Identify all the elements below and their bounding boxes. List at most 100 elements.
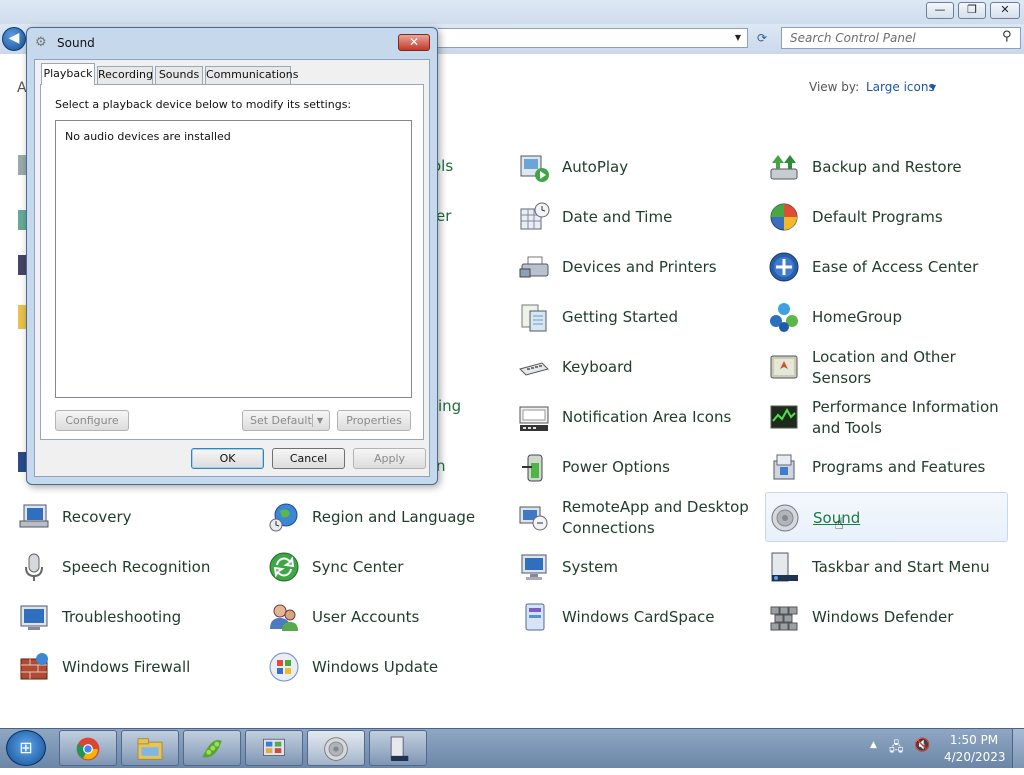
cancel-button[interactable]: Cancel	[272, 448, 345, 469]
cp-item-backup-and-restore[interactable]: Backup and Restore	[768, 147, 1013, 191]
occluded-icon	[18, 452, 26, 472]
sound-dialog-gear-icon: ⚙	[35, 35, 47, 50]
cp-item-system[interactable]: System	[518, 547, 763, 591]
control-panel-icon	[263, 738, 285, 756]
cp-item-power-options[interactable]: Power Options	[518, 447, 763, 491]
cp-item-programs-and-features[interactable]: Programs and Features	[768, 447, 1013, 491]
start-button[interactable]: ⊞	[6, 730, 46, 766]
cp-item-autoplay[interactable]: AutoPlay	[518, 147, 763, 191]
partial-item-label[interactable]: ing	[438, 397, 461, 415]
cp-item-label: Keyboard	[562, 358, 633, 376]
dialog-title: Sound	[57, 36, 95, 50]
cp-item-label: HomeGroup	[812, 308, 902, 326]
search-input[interactable]: Search Control Panel	[781, 27, 1021, 49]
cp-item-region-and-language[interactable]: Region and Language	[268, 497, 513, 541]
cp-item-label: Recovery	[62, 508, 132, 526]
properties-button[interactable]: Properties	[337, 410, 411, 431]
address-dropdown-icon[interactable]: ▼	[730, 30, 746, 46]
cp-item-label: Performance Information and Tools	[812, 398, 999, 437]
address-bar[interactable]	[438, 28, 748, 48]
taskbar-server[interactable]	[369, 730, 427, 766]
cp-item-label: RemoteApp and Desktop Connections	[562, 498, 749, 537]
cp-item-troubleshooting[interactable]: Troubleshooting	[18, 597, 263, 641]
cp-item-label: Windows Defender	[812, 608, 954, 626]
view-by-arrow-icon[interactable]: ▼	[930, 80, 936, 96]
notification-icon	[519, 406, 549, 431]
tab-sounds[interactable]: Sounds	[155, 66, 203, 84]
remote-icon	[519, 506, 548, 531]
taskbar-peapod[interactable]	[183, 730, 241, 766]
minimize-button[interactable]: —	[926, 2, 954, 19]
occluded-icon	[18, 155, 26, 175]
set-default-dropdown-icon[interactable]: ▼	[312, 414, 327, 427]
device-list[interactable]: No audio devices are installed	[55, 120, 412, 398]
battery-icon	[522, 454, 543, 482]
playback-tab-panel: Select a playback device below to modify…	[40, 84, 424, 440]
volume-muted-icon[interactable]: 🔇	[914, 738, 930, 753]
cp-item-homegroup[interactable]: HomeGroup	[768, 297, 1013, 341]
close-button[interactable]: ✕	[990, 2, 1020, 19]
taskbar-explorer[interactable]	[121, 730, 179, 766]
system-icon	[521, 554, 547, 580]
cp-item-label: User Accounts	[312, 608, 420, 626]
cp-item-windows-defender[interactable]: Windows Defender	[768, 597, 1013, 641]
dialog-close-button[interactable]: ✕	[398, 34, 430, 51]
view-by-dropdown[interactable]: Large icons	[866, 80, 935, 94]
cp-item-label: Notification Area Icons	[562, 408, 732, 426]
microphone-icon	[25, 553, 43, 581]
cp-item-recovery[interactable]: Recovery	[18, 497, 263, 541]
tab-recording[interactable]: Recording	[97, 66, 153, 84]
search-icon[interactable]: ⚲	[1002, 29, 1018, 45]
performance-icon	[770, 405, 798, 429]
instruction-text: Select a playback device below to modify…	[55, 98, 352, 111]
update-icon	[269, 652, 299, 682]
cp-item-date-and-time[interactable]: Date and Time	[518, 197, 763, 241]
tray-overflow-icon[interactable]: ▲	[870, 740, 877, 750]
homegroup-icon	[770, 303, 798, 332]
maximize-button[interactable]: ❐	[958, 2, 986, 19]
cp-item-label: AutoPlay	[562, 158, 629, 176]
hand-cursor-icon: ☝	[834, 514, 844, 533]
sound-icon	[324, 737, 348, 761]
cp-item-taskbar-and-start[interactable]: Taskbar and Start Menu	[768, 547, 1013, 591]
apply-button[interactable]: Apply	[353, 448, 426, 469]
cp-item-performance-information[interactable]: Performance Information and Tools	[768, 397, 1013, 441]
cp-item-notification-area-icons[interactable]: Notification Area Icons	[518, 397, 763, 441]
taskbar-sound[interactable]	[307, 730, 365, 766]
cp-item-speech-recognition[interactable]: Speech Recognition	[18, 547, 263, 591]
cp-item-label: Windows Firewall	[62, 658, 191, 676]
tab-playback[interactable]: Playback	[41, 63, 95, 85]
show-desktop-button[interactable]	[1012, 729, 1024, 768]
cp-item-windows-update[interactable]: Windows Update	[268, 647, 513, 691]
cp-item-label: Windows Update	[312, 658, 439, 676]
recovery-icon	[19, 504, 49, 528]
network-icon[interactable]: 🖧	[889, 738, 904, 760]
cp-item-windows-cardspace[interactable]: Windows CardSpace	[518, 597, 763, 641]
cp-item-label: Default Programs	[812, 208, 943, 226]
cp-item-location-and-sensors[interactable]: Location and Other Sensors	[768, 347, 1013, 391]
clock-date[interactable]: 4/20/2023	[944, 750, 1006, 764]
cp-item-keyboard[interactable]: Keyboard	[518, 347, 763, 391]
getting-started-icon	[521, 304, 547, 332]
cp-item-default-programs[interactable]: Default Programs	[768, 197, 1013, 241]
taskbar-chrome[interactable]	[59, 730, 117, 766]
taskbar-control-panel[interactable]	[245, 730, 303, 766]
cp-item-sound[interactable]: Sound	[765, 492, 1008, 542]
refresh-icon[interactable]: ⟳	[752, 30, 772, 46]
tab-communications[interactable]: Communications	[205, 66, 298, 84]
cp-item-label: Ease of Access Center	[812, 258, 979, 276]
cp-item-devices-and-printers[interactable]: Devices and Printers	[518, 247, 763, 291]
cp-item-windows-firewall[interactable]: Windows Firewall	[18, 647, 263, 691]
cp-item-getting-started[interactable]: Getting Started	[518, 297, 763, 341]
partial-item-label[interactable]: er	[436, 207, 451, 225]
cp-item-ease-of-access[interactable]: Ease of Access Center	[768, 247, 1013, 291]
cp-item-sync-center[interactable]: Sync Center	[268, 547, 513, 591]
ok-button[interactable]: OK	[191, 448, 264, 469]
back-button[interactable]: ◀	[2, 27, 26, 51]
clock-time[interactable]: 1:50 PM	[944, 733, 1004, 747]
configure-button[interactable]: Configure	[55, 410, 129, 431]
cp-item-remoteapp[interactable]: RemoteApp and Desktop Connections	[518, 497, 763, 541]
occluded-icon	[18, 305, 26, 329]
cp-item-label: Getting Started	[562, 308, 678, 326]
cp-item-user-accounts[interactable]: User Accounts	[268, 597, 513, 641]
